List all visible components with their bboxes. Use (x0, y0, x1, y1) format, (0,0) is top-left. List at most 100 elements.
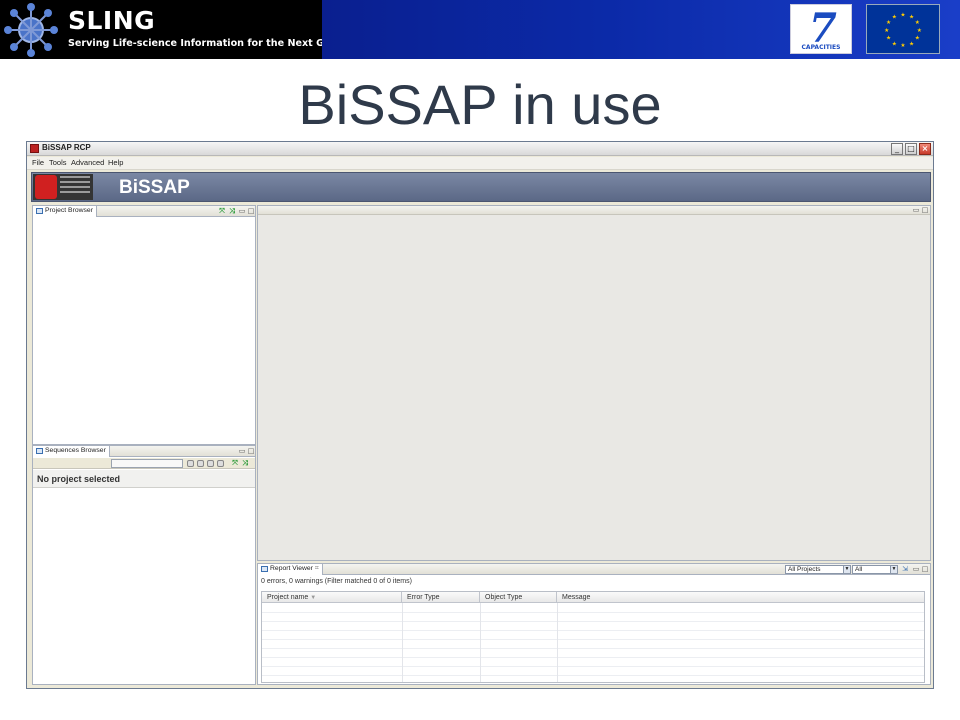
scope-filter-value: All Projects (788, 566, 821, 573)
slide-title: BiSSAP in use (298, 73, 662, 136)
minimize-view-icon[interactable]: ▭ (912, 206, 920, 214)
epo-wordmark (60, 176, 90, 196)
window-titlebar[interactable]: BiSSAP RCP _ □ × (27, 142, 933, 156)
fp7-logo: 7 CAPACITIES (790, 4, 852, 54)
minimize-button[interactable]: _ (891, 143, 903, 155)
menu-file[interactable]: File (32, 158, 44, 167)
sling-banner: SLING Serving Life-science Information f… (0, 0, 376, 59)
tab-project-browser[interactable]: Project Browser (33, 206, 97, 217)
expand-all-icon[interactable]: ⤧ (231, 459, 239, 467)
report-table[interactable]: Project name ▼ Error Type Object Type Me… (261, 591, 925, 683)
svg-text:★: ★ (886, 35, 891, 42)
view-icon (36, 448, 43, 454)
project-browser-panel: Project Browser ⤧ ⤨ ▭ □ (32, 205, 256, 445)
column-project-name[interactable]: Project name ▼ (262, 592, 402, 603)
maximize-view-icon[interactable]: □ (247, 447, 255, 455)
app-header: BiSSAP (31, 172, 931, 202)
menu-help[interactable]: Help (108, 158, 123, 167)
sequences-browser-tabbar: Sequences Browser ▭ □ (33, 446, 255, 457)
minimize-view-icon[interactable]: ▭ (238, 447, 246, 455)
table-row (262, 666, 924, 667)
tab-sequences-browser[interactable]: Sequences Browser (33, 446, 110, 457)
menu-bar: File Tools Advanced Help (27, 157, 933, 170)
sequence-filter-field[interactable] (111, 459, 183, 468)
table-row (262, 621, 924, 622)
no-project-message: No project selected (37, 474, 121, 484)
svg-text:★: ★ (915, 19, 920, 26)
menu-advanced[interactable]: Advanced (71, 158, 104, 167)
slide-banner: SLING Serving Life-science Information f… (0, 0, 960, 59)
column-error-type[interactable]: Error Type (402, 592, 480, 603)
svg-text:★: ★ (886, 19, 891, 26)
epo-mark-icon (35, 175, 57, 199)
maximize-view-icon[interactable]: □ (921, 206, 929, 214)
last-icon[interactable] (217, 460, 224, 467)
table-row (262, 648, 924, 649)
table-row (262, 612, 924, 613)
banner-blue-strip: 7 CAPACITIES ★ ★ ★ ★ ★ ★ ★ ★ ★ ★ ★ ★ (322, 0, 960, 59)
next-icon[interactable] (207, 460, 214, 467)
fp7-caption: CAPACITIES (801, 44, 841, 51)
svg-text:★: ★ (892, 13, 897, 20)
sling-logo (4, 3, 58, 57)
menu-tools[interactable]: Tools (49, 158, 67, 167)
sort-down-icon: ▼ (310, 595, 317, 601)
report-status: 0 errors, 0 warnings (Filter matched 0 o… (261, 578, 412, 585)
column-object-type[interactable]: Object Type (480, 592, 557, 603)
chevron-down-icon: ▼ (890, 566, 897, 573)
minimize-view-icon[interactable]: ▭ (238, 207, 246, 215)
sling-title: SLING (68, 6, 156, 35)
svg-text:★: ★ (892, 40, 897, 47)
eu-flag: ★ ★★ ★★★ ★★★ ★★★ (866, 4, 940, 54)
close-tab-icon[interactable]: ⌗ (315, 565, 319, 572)
maximize-view-icon[interactable]: □ (247, 207, 255, 215)
window-title: BiSSAP RCP (42, 143, 91, 152)
editor-tabbar: ▭ □ (258, 206, 930, 215)
view-icon (36, 208, 43, 214)
table-row (262, 630, 924, 631)
view-icon (261, 566, 268, 572)
report-viewer-panel: Report Viewer ⌗ All Projects ▼ All ▼ ⇲ ▭… (257, 563, 931, 685)
tab-report-viewer[interactable]: Report Viewer ⌗ (258, 564, 323, 575)
column-divider (557, 603, 558, 682)
sequences-toolbar: ⤧ ⤨ (33, 458, 255, 469)
type-filter-select[interactable]: All ▼ (852, 565, 898, 574)
export-icon[interactable]: ⇲ (901, 565, 909, 573)
collapse-all-icon[interactable]: ⤨ (228, 207, 236, 215)
expand-all-icon[interactable]: ⤧ (218, 207, 226, 215)
previous-icon[interactable] (197, 460, 204, 467)
table-row (262, 639, 924, 640)
minimize-view-icon[interactable]: ▭ (912, 565, 920, 573)
sequences-browser-panel: Sequences Browser ▭ □ ⤧ ⤨ No project sel… (32, 445, 256, 685)
project-browser-title: Project Browser (45, 207, 93, 214)
column-divider (402, 603, 403, 682)
report-viewer-tabbar: Report Viewer ⌗ All Projects ▼ All ▼ ⇲ ▭… (258, 564, 930, 575)
chevron-down-icon: ▼ (843, 566, 850, 573)
table-row (262, 657, 924, 658)
epo-logo (33, 174, 93, 200)
column-label: Project name (267, 594, 309, 601)
app-name: BiSSAP (119, 177, 190, 198)
column-divider (480, 603, 481, 682)
table-row (262, 675, 924, 676)
close-button[interactable]: × (919, 143, 931, 155)
svg-text:★: ★ (900, 42, 905, 49)
maximize-button[interactable]: □ (905, 143, 917, 155)
app-icon (30, 144, 39, 153)
column-message[interactable]: Message (557, 592, 924, 603)
report-table-header: Project name ▼ Error Type Object Type Me… (262, 592, 924, 603)
maximize-view-icon[interactable]: □ (921, 565, 929, 573)
type-filter-value: All (855, 566, 863, 573)
sequences-browser-title: Sequences Browser (45, 447, 106, 454)
svg-text:★: ★ (900, 12, 905, 19)
first-icon[interactable] (187, 460, 194, 467)
scope-filter-select[interactable]: All Projects ▼ (785, 565, 851, 574)
svg-text:★: ★ (909, 40, 914, 47)
bissap-window: BiSSAP RCP _ □ × File Tools Advanced Hel… (26, 141, 934, 689)
project-browser-tabbar: Project Browser ⤧ ⤨ ▭ □ (33, 206, 255, 217)
editor-area: ▭ □ (257, 205, 931, 561)
collapse-all-icon[interactable]: ⤨ (241, 459, 249, 467)
report-viewer-title: Report Viewer (270, 565, 313, 572)
svg-text:★: ★ (915, 35, 920, 42)
svg-text:★: ★ (884, 27, 889, 34)
